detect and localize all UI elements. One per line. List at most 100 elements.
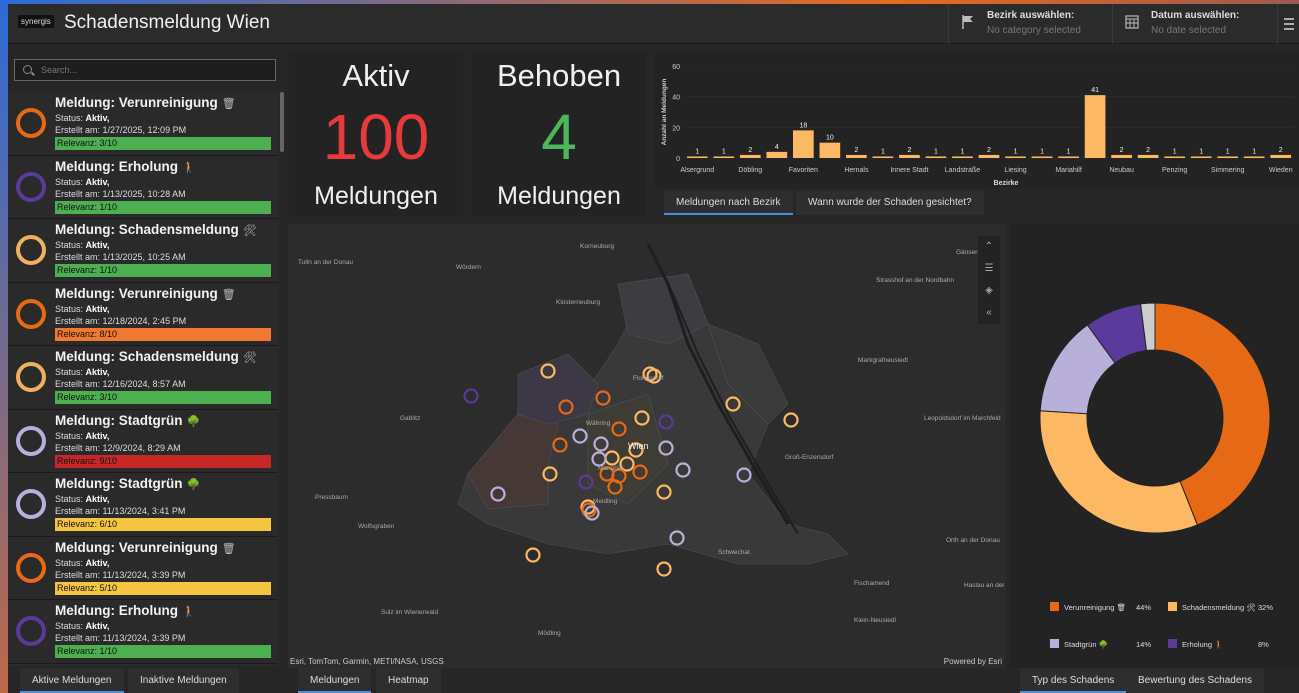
app-window: synergis Schadensmeldung Wien Bezirk aus… [8,4,1299,693]
item-title: Meldung: Schadensmeldung 🛠 [55,222,257,237]
report-list-panel: Meldung: Verunreinigung🗑Status: Aktiv,Er… [8,52,284,666]
map-place-label: Floridsdorf [633,375,664,382]
tab-damage-type[interactable]: Typ des Schadens [1020,668,1127,693]
item-title: Meldung: Verunreinigung 🗑 [55,539,236,555]
item-created: Erstellt am: 12/18/2024, 2:45 PM [55,315,187,326]
map-marker[interactable] [525,547,541,563]
legend-pct: 14% [1136,640,1152,649]
legend-pct: 8% [1258,640,1269,649]
map-place-label: Wolfsgraben [358,523,395,530]
date-filter-label: Datum auswählen: [1151,10,1240,21]
tab-active-reports[interactable]: Aktive Meldungen [20,668,124,693]
map-marker[interactable] [463,388,479,404]
item-title: Meldung: Stadtgrün 🌳 [55,476,201,491]
list-item[interactable]: Meldung: Verunreinigung 🗑 Status: Aktiv, Er… [8,282,278,346]
bar [1217,156,1239,158]
x-tick-label: Penzing [1162,167,1187,174]
item-status: Status: Aktiv, [55,494,110,504]
search-box[interactable] [14,59,276,81]
map-canvas[interactable]: Korneuburg Tulln an der Donau Wördern Klost… [288,224,1006,668]
bar-value-label: 2 [1120,147,1124,154]
list-item[interactable]: Meldung: Erholung 🚶 Status: Aktiv, Erstellt… [8,600,278,664]
collapse-up-icon[interactable]: ⌃ [978,236,1000,258]
list-scrollbar[interactable] [280,92,284,152]
map-place-label: Klosterneuburg [556,299,600,306]
tab-damage-rating[interactable]: Bewertung des Schadens [1126,668,1264,693]
layers-icon[interactable]: ◈ [978,280,1000,302]
y-axis-title: Anzahl an Meldungen [661,79,668,146]
tab-map-reports[interactable]: Meldungen [298,668,372,693]
district-filter[interactable]: Bezirk auswählen: No category selected [948,4,1112,44]
search-input[interactable] [41,63,261,77]
donut-chart-panel: Verunreinigung 🗑 44% Schadensmeldung 🛠 32% S… [1010,224,1299,668]
bar-value-label: 1 [695,148,699,155]
bar-value-label: 2 [854,147,858,154]
list-item[interactable]: Meldung: Stadtgrün 🌳 Status: Aktiv, Erstell… [8,409,278,473]
legend-swatch [1168,602,1177,611]
map-place-label: Meidling [593,498,618,505]
item-status: Status: Aktiv, [55,176,110,187]
bar [978,154,1000,158]
bar [739,154,761,158]
powered-by[interactable]: Powered by Esri [944,657,1002,666]
tree-icon: 🌳 [186,479,201,491]
map-place-label: Fischamend [854,580,890,587]
list-item[interactable]: Meldung: Erholung 🚶 Status: Aktiv, Erstellt… [8,155,278,219]
report-list: Meldung: Verunreinigung 🗑 Status: Aktiv, Er… [8,92,278,666]
legend-list-icon[interactable]: ☰ [978,258,1000,280]
bar [819,142,841,158]
bar [1270,154,1292,158]
list-item[interactable]: Meldung: Verunreinigung 🗑 Status: Aktiv, Er… [8,92,278,156]
donut-slice[interactable] [1039,410,1198,534]
x-axis-title: Bezirke [994,180,1019,187]
bar [713,156,735,158]
item-relevance: Relevanz: 1/10 [55,264,271,277]
list-item[interactable]: Meldung: Stadtgrün 🌳 Status: Aktiv, Erstell… [8,473,278,537]
list-item[interactable]: Meldung: Schadensmeldung🛠Status: Aktiv, [8,663,278,666]
calendar-icon [1125,15,1139,29]
item-created: Erstellt am: 1/13/2025, 10:25 AM [55,252,186,262]
date-filter[interactable]: Datum auswählen: No date selected [1112,4,1277,44]
map-place-label: Strasshof an der Nordbahn [876,277,954,284]
y-tick-label: 20 [672,125,680,132]
item-status: Status: Aktiv, [55,557,110,568]
tab-district[interactable]: Meldungen nach Bezirk [664,191,793,215]
bar-value-label: 1 [934,148,938,155]
tab-time[interactable]: Wann wurde der Schaden gesichtet? [796,191,984,215]
hamburger-menu-icon[interactable] [1277,4,1299,44]
map-view[interactable]: Korneuburg Tulln an der Donau Wördern Klost… [288,224,1006,668]
bar-value-label: 1 [1067,148,1071,155]
category-ring-icon [16,235,46,265]
bar [1031,156,1053,158]
bar-value-label: 1 [1252,148,1256,155]
item-relevance: Relevanz: 5/10 [55,581,271,595]
search-icon [23,65,32,74]
bar-value-label: 2 [1146,147,1150,154]
collapse-left-icon[interactable]: « [978,302,1000,324]
x-tick-label: Simmering [1211,167,1245,174]
legend-swatch [1050,602,1059,611]
bar-value-label: 2 [907,147,911,154]
map-marker[interactable] [656,561,672,577]
map-place-label: Korneuburg [580,243,614,250]
bar [1190,156,1212,158]
map-controls: ⌃ ☰ ◈ « [978,236,1000,324]
item-status: Status: Aktiv, [55,430,110,441]
y-tick-label: 60 [672,64,680,71]
tab-heatmap[interactable]: Heatmap [376,668,441,693]
category-ring-icon [16,489,46,519]
item-created: Erstellt am: 1/13/2025, 10:28 AM [55,188,186,199]
kpi-active-title: Aktiv [342,58,410,93]
bar [872,156,894,158]
item-relevance: Relevanz: 3/10 [55,391,271,404]
list-item[interactable]: Meldung: Schadensmeldung 🛠 Status: Aktiv, E… [8,219,278,283]
tab-inactive-reports[interactable]: Inaktive Meldungen [128,668,239,693]
map-marker[interactable] [783,412,799,428]
list-item[interactable]: Meldung: Verunreinigung 🗑 Status: Aktiv, Er… [8,536,278,600]
map-place-label: Orth an der Donau [946,537,1000,544]
category-ring-icon [16,552,46,583]
kpi-fixed: Behoben 4 Meldungen [472,52,646,216]
x-tick-label: Neubau [1109,167,1134,174]
chart-tabs: Meldungen nach Bezirk Wann wurde der Sch… [654,188,1299,218]
list-item[interactable]: Meldung: Schadensmeldung 🛠 Status: Aktiv, E… [8,346,278,410]
